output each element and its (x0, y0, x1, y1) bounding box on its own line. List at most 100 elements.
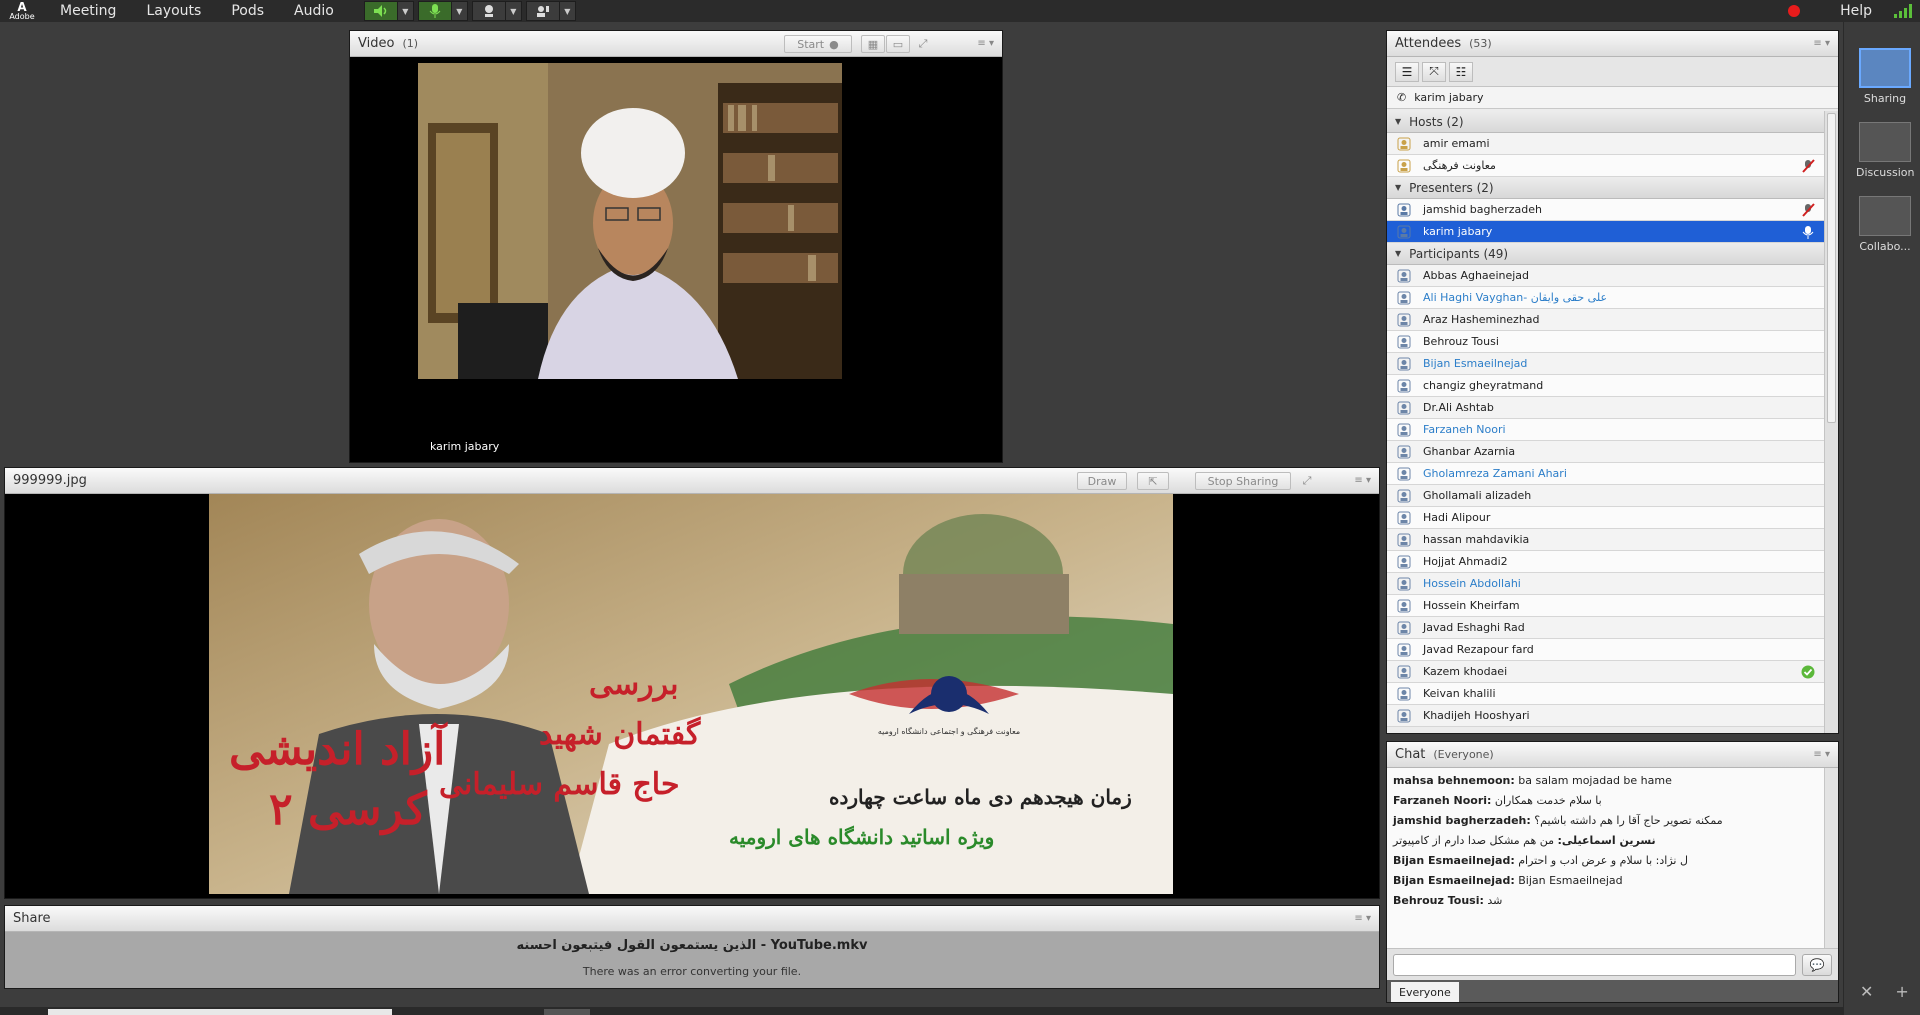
attendee-row[interactable]: Kazem khodaei (1387, 661, 1824, 683)
grid-view-icon[interactable]: ▦ (861, 35, 885, 53)
recording-indicator-icon[interactable] (1788, 5, 1801, 17)
layout-label: Sharing (1863, 92, 1907, 105)
attendee-row[interactable]: Javad Eshaghi Rad (1387, 617, 1824, 639)
draw-button[interactable]: Draw (1077, 472, 1127, 490)
chat-scope: (Everyone) (1433, 748, 1494, 761)
chat-message: نسرین اسماعیلی: من هم مشکل صدا دارم از ک… (1393, 834, 1818, 847)
collapse-triangle-icon[interactable]: ▼ (1395, 117, 1401, 126)
svg-text:بررسی: بررسی (589, 667, 679, 702)
agree-check-icon (1800, 664, 1816, 680)
webcam-control[interactable]: ▼ (471, 0, 522, 22)
pointer-icon[interactable]: ⇱ (1137, 472, 1169, 490)
attendee-row[interactable]: hassan mahdavikia (1387, 529, 1824, 551)
attendee-name: Dr.Ali Ashtab (1423, 401, 1494, 414)
attendee-row[interactable]: Ghanbar Azarnia (1387, 441, 1824, 463)
pod-menu-icon[interactable]: ≡ ▾ (977, 38, 994, 49)
chevron-down-icon[interactable]: ▼ (451, 1, 468, 21)
speaker-icon[interactable] (363, 1, 398, 21)
attendee-row[interactable]: Keivan khalili (1387, 683, 1824, 705)
status-control[interactable]: ▼ (525, 0, 576, 22)
attendee-row[interactable]: Ghollamali alizadeh (1387, 485, 1824, 507)
chat-input[interactable] (1393, 954, 1796, 976)
fullscreen-icon[interactable]: ⤢ (911, 35, 935, 53)
taskbar-item[interactable] (544, 1009, 590, 1015)
chevron-down-icon[interactable]: ▼ (505, 1, 522, 21)
stop-sharing-button[interactable]: Stop Sharing (1195, 472, 1291, 490)
attendee-name: Hadi Alipour (1423, 511, 1491, 524)
filmstrip-view-icon[interactable]: ▭ (886, 35, 910, 53)
attendees-toolbar: ☰ ⤧ ☷ (1387, 57, 1838, 87)
attendees-pod: Attendees (53) ≡ ▾ ☰ ⤧ ☷ ✆ karim jabary … (1386, 30, 1839, 734)
start-webcam-button[interactable]: Start ● (784, 35, 852, 53)
pod-menu-icon[interactable]: ≡ ▾ (1354, 475, 1371, 486)
chat-scrollbar[interactable] (1824, 768, 1838, 948)
attendee-row[interactable]: Dr.Ali Ashtab (1387, 397, 1824, 419)
layout-sharing[interactable]: Sharing (1856, 48, 1914, 105)
attendee-group-header[interactable]: ▼ Participants (49) (1387, 243, 1824, 265)
menu-help[interactable]: Help (1840, 3, 1872, 19)
chat-message: jamshid bagherzadeh: ممکنه تصویر حاج آقا… (1393, 814, 1818, 827)
breakout-icon[interactable]: ⤧ (1422, 61, 1446, 82)
user-status-icon[interactable]: ☷ (1449, 61, 1473, 82)
attendee-name: Bijan Esmaeilnejad (1423, 357, 1528, 370)
video-pod: Video (1) Start ● ▦ ▭ ⤢ ≡ ▾ karim jabary (349, 30, 1003, 463)
collapse-triangle-icon[interactable]: ▼ (1395, 183, 1401, 192)
attendee-row[interactable]: Khadijeh Hooshyari (1387, 705, 1824, 727)
collapse-triangle-icon[interactable]: ▼ (1395, 249, 1401, 258)
attendee-row[interactable]: Javad Rezapour fard (1387, 639, 1824, 661)
chevron-down-icon[interactable]: ▼ (559, 1, 576, 21)
attendee-row[interactable]: ﻣﻌﺎﻭﻧﺖ ﻓﺮﻫﻨﮕﯽ (1387, 155, 1824, 177)
attendee-row[interactable]: changiz gheyratmand (1387, 375, 1824, 397)
fullscreen-icon[interactable]: ⤢ (1295, 472, 1319, 490)
user-icon (1397, 291, 1411, 305)
speaker-control[interactable]: ▼ (363, 0, 414, 22)
attendee-row[interactable]: Ali Haghi Vayghan- علی حقی وایقان (1387, 287, 1824, 309)
attendee-row[interactable]: Araz Hasheminezhad (1387, 309, 1824, 331)
attendee-row[interactable]: Hojjat Ahmadi2 (1387, 551, 1824, 573)
chat-sender: Bijan Esmaeilnejad: (1393, 874, 1515, 887)
attendee-name: ﻣﻌﺎﻭﻧﺖ ﻓﺮﻫﻨﮕﯽ (1423, 159, 1496, 172)
add-layout-icon[interactable]: + (1895, 982, 1908, 1001)
send-message-button[interactable]: 💬 (1802, 954, 1832, 976)
chat-tab-everyone[interactable]: Everyone (1391, 982, 1459, 1002)
attendee-row[interactable]: Hossein Kheirfam (1387, 595, 1824, 617)
microphone-control[interactable]: ▼ (417, 0, 468, 22)
attendee-name: Khadijeh Hooshyari (1423, 709, 1530, 722)
attendee-scrollbar[interactable] (1824, 111, 1838, 733)
attendee-row[interactable]: Hossein Abdollahi (1387, 573, 1824, 595)
chat-messages: mahsa behnemoon: ba salam mojadad be ham… (1387, 768, 1824, 948)
webcam-icon: ● (829, 37, 839, 51)
menu-meeting[interactable]: Meeting (60, 3, 116, 19)
chat-message: Bijan Esmaeilnejad: Bijan Esmaeilnejad (1393, 874, 1818, 887)
attendee-row[interactable]: amir emami (1387, 133, 1824, 155)
attendee-row[interactable]: Behrouz Tousi (1387, 331, 1824, 353)
attendee-group-header[interactable]: ▼ Hosts (2) (1387, 111, 1824, 133)
attendee-row[interactable]: Abbas Aghaeinejad (1387, 265, 1824, 287)
close-layouts-icon[interactable]: ✕ (1860, 982, 1873, 1001)
pod-menu-icon[interactable]: ≡ ▾ (1813, 749, 1830, 760)
webcam-icon[interactable] (471, 1, 506, 21)
attendee-row[interactable]: karim jabary (1387, 221, 1824, 243)
menu-pods[interactable]: Pods (231, 3, 264, 19)
menu-layouts[interactable]: Layouts (146, 3, 201, 19)
raise-hand-icon[interactable] (525, 1, 560, 21)
layout-discussion[interactable]: Discussion (1856, 122, 1915, 179)
attendee-row[interactable]: Hadi Alipour (1387, 507, 1824, 529)
chevron-down-icon[interactable]: ▼ (397, 1, 414, 21)
attendee-row[interactable]: Farzaneh Noori (1387, 419, 1824, 441)
attendee-row[interactable]: Bijan Esmaeilnejad (1387, 353, 1824, 375)
video-pod-title: Video (358, 36, 395, 51)
user-icon (1397, 159, 1411, 173)
microphone-icon[interactable] (417, 1, 452, 21)
shared-poster-image: آزاد اندیشی کرسی ۲ بررسی گفتمان شهید حاج… (209, 494, 1173, 894)
menu-audio[interactable]: Audio (294, 3, 334, 19)
list-view-icon[interactable]: ☰ (1395, 61, 1419, 82)
attendee-group-header[interactable]: ▼ Presenters (2) (1387, 177, 1824, 199)
pod-menu-icon[interactable]: ≡ ▾ (1813, 38, 1830, 49)
taskbar-item[interactable] (48, 1009, 392, 1015)
attendee-row[interactable]: jamshid bagherzadeh (1387, 199, 1824, 221)
layout-collaboration[interactable]: Collabo... (1856, 196, 1914, 253)
attendee-row[interactable]: Gholamreza Zamani Ahari (1387, 463, 1824, 485)
chat-sender: jamshid bagherzadeh: (1393, 814, 1531, 827)
pod-menu-icon[interactable]: ≡ ▾ (1354, 913, 1371, 924)
